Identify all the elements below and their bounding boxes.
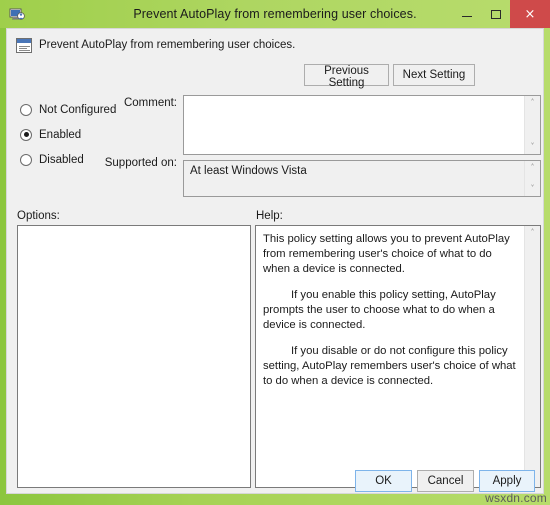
comment-text[interactable] <box>184 96 524 154</box>
scroll-up-icon[interactable]: ˄ <box>531 96 535 110</box>
supported-on-label: Supported on: <box>104 157 177 169</box>
title-bar: Prevent AutoPlay from remembering user c… <box>0 0 550 28</box>
scroll-down-icon[interactable]: ˅ <box>531 182 535 196</box>
policy-setting-icon <box>16 38 32 53</box>
scroll-down-icon[interactable]: ˅ <box>531 140 535 154</box>
help-text: This policy setting allows you to preven… <box>256 226 524 487</box>
scroll-up-icon[interactable]: ˄ <box>531 161 535 175</box>
group-policy-icon <box>9 6 25 22</box>
help-paragraph: If you enable this policy setting, AutoP… <box>263 289 496 332</box>
maximize-button[interactable] <box>481 0 510 28</box>
options-label: Options: <box>17 210 60 222</box>
apply-button[interactable]: Apply <box>479 470 535 492</box>
radio-label: Enabled <box>39 128 82 141</box>
help-paragraph: If you disable or do not configure this … <box>263 345 516 388</box>
cancel-button[interactable]: Cancel <box>417 470 474 492</box>
comment-label: Comment: <box>123 97 177 109</box>
policy-name: Prevent AutoPlay from remembering user c… <box>39 39 296 51</box>
maximize-icon <box>490 9 501 19</box>
radio-icon <box>20 153 32 166</box>
help-panel: This policy setting allows you to preven… <box>255 225 541 488</box>
radio-selected-icon <box>20 128 32 141</box>
options-list[interactable] <box>18 226 250 487</box>
help-paragraph: This policy setting allows you to preven… <box>263 233 510 276</box>
help-scrollbar[interactable]: ˄ ˅ <box>524 226 540 487</box>
previous-setting-button[interactable]: Previous Setting <box>304 64 389 89</box>
policy-header: Prevent AutoPlay from remembering user c… <box>7 29 543 65</box>
radio-enabled[interactable]: Enabled <box>20 124 170 145</box>
policy-setting-window: Prevent AutoPlay from remembering user c… <box>0 0 550 505</box>
radio-icon <box>20 103 32 116</box>
supported-on-field: At least Windows Vista ˄ ˅ <box>183 160 541 197</box>
help-label: Help: <box>256 210 283 222</box>
minimize-button[interactable] <box>452 0 481 28</box>
close-button[interactable]: × <box>510 0 550 28</box>
window-controls: × <box>452 0 550 28</box>
ok-button[interactable]: OK <box>355 470 412 492</box>
minimize-icon <box>461 16 472 17</box>
options-panel[interactable] <box>17 225 251 488</box>
close-icon: × <box>524 6 536 22</box>
comment-scrollbar[interactable]: ˄ ˅ <box>524 96 540 154</box>
scroll-up-icon[interactable]: ˄ <box>531 226 535 240</box>
watermark: wsxdn.com <box>485 491 547 505</box>
next-setting-button[interactable]: Next Setting <box>393 64 475 86</box>
dialog-client-area: Prevent AutoPlay from remembering user c… <box>6 28 544 494</box>
supported-on-scrollbar[interactable]: ˄ ˅ <box>524 161 540 196</box>
supported-on-text: At least Windows Vista <box>184 161 524 196</box>
comment-field[interactable]: ˄ ˅ <box>183 95 541 155</box>
